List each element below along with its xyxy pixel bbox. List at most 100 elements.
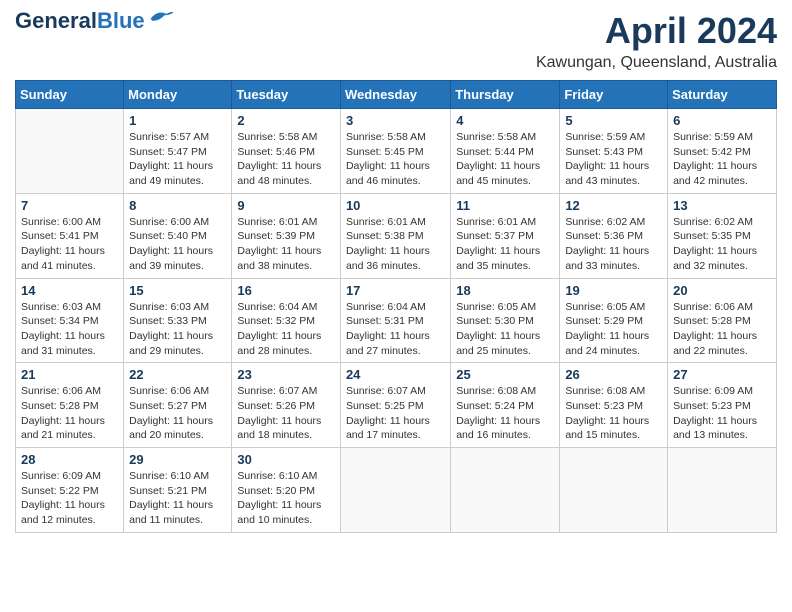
header: GeneralBlue April 2024 Kawungan, Queensl… bbox=[15, 10, 777, 72]
day-info: Sunrise: 6:10 AM Sunset: 5:21 PM Dayligh… bbox=[129, 469, 226, 528]
day-info: Sunrise: 6:01 AM Sunset: 5:37 PM Dayligh… bbox=[456, 215, 554, 274]
day-info: Sunrise: 5:57 AM Sunset: 5:47 PM Dayligh… bbox=[129, 130, 226, 189]
day-info: Sunrise: 6:04 AM Sunset: 5:31 PM Dayligh… bbox=[346, 300, 445, 359]
weekday-header: Thursday bbox=[451, 81, 560, 109]
day-info: Sunrise: 6:08 AM Sunset: 5:24 PM Dayligh… bbox=[456, 384, 554, 443]
day-info: Sunrise: 5:59 AM Sunset: 5:42 PM Dayligh… bbox=[673, 130, 771, 189]
day-number: 23 bbox=[237, 367, 335, 382]
day-info: Sunrise: 5:58 AM Sunset: 5:44 PM Dayligh… bbox=[456, 130, 554, 189]
day-number: 16 bbox=[237, 283, 335, 298]
day-info: Sunrise: 6:01 AM Sunset: 5:39 PM Dayligh… bbox=[237, 215, 335, 274]
calendar-cell: 24Sunrise: 6:07 AM Sunset: 5:25 PM Dayli… bbox=[340, 363, 450, 448]
calendar-cell: 3 Sunrise: 5:58 AM Sunset: 5:45 PM Daylig… bbox=[340, 109, 450, 194]
day-info: Sunrise: 6:03 AM Sunset: 5:34 PM Dayligh… bbox=[21, 300, 118, 359]
day-number: 17 bbox=[346, 283, 445, 298]
day-number: 13 bbox=[673, 198, 771, 213]
month-title: April 2024 bbox=[536, 10, 777, 52]
calendar-cell: 2 Sunrise: 5:58 AM Sunset: 5:46 PM Daylig… bbox=[232, 109, 341, 194]
calendar-week-row: 28Sunrise: 6:09 AM Sunset: 5:22 PM Dayli… bbox=[16, 448, 777, 533]
calendar-cell: 16 Sunrise: 6:04 AM Sunset: 5:32 PM Dayli… bbox=[232, 278, 341, 363]
day-info: Sunrise: 6:03 AM Sunset: 5:33 PM Dayligh… bbox=[129, 300, 226, 359]
weekday-header: Friday bbox=[560, 81, 668, 109]
calendar-cell: 27 Sunrise: 6:09 AM Sunset: 5:23 PM Dayli… bbox=[668, 363, 777, 448]
day-info: Sunrise: 6:00 AM Sunset: 5:40 PM Dayligh… bbox=[129, 215, 226, 274]
day-number: 8 bbox=[129, 198, 226, 213]
day-number: 15 bbox=[129, 283, 226, 298]
calendar-cell: 18 Sunrise: 6:05 AM Sunset: 5:30 PM Dayli… bbox=[451, 278, 560, 363]
day-number: 5 bbox=[565, 113, 662, 128]
calendar-cell bbox=[16, 109, 124, 194]
logo-bird-icon bbox=[147, 8, 175, 26]
day-number: 2 bbox=[237, 113, 335, 128]
weekday-header: Monday bbox=[124, 81, 232, 109]
calendar-cell: 6 Sunrise: 5:59 AM Sunset: 5:42 PM Daylig… bbox=[668, 109, 777, 194]
day-number: 3 bbox=[346, 113, 445, 128]
day-number: 27 bbox=[673, 367, 771, 382]
calendar-week-row: 1 Sunrise: 5:57 AM Sunset: 5:47 PM Daylig… bbox=[16, 109, 777, 194]
day-info: Sunrise: 6:04 AM Sunset: 5:32 PM Dayligh… bbox=[237, 300, 335, 359]
calendar-cell bbox=[340, 448, 450, 533]
weekday-header: Sunday bbox=[16, 81, 124, 109]
calendar-cell bbox=[668, 448, 777, 533]
calendar-cell: 23 Sunrise: 6:07 AM Sunset: 5:26 PM Dayli… bbox=[232, 363, 341, 448]
day-info: Sunrise: 6:02 AM Sunset: 5:35 PM Dayligh… bbox=[673, 215, 771, 274]
day-number: 11 bbox=[456, 198, 554, 213]
calendar-cell: 20 Sunrise: 6:06 AM Sunset: 5:28 PM Dayli… bbox=[668, 278, 777, 363]
calendar-cell: 5 Sunrise: 5:59 AM Sunset: 5:43 PM Daylig… bbox=[560, 109, 668, 194]
calendar-cell: 19Sunrise: 6:05 AM Sunset: 5:29 PM Dayli… bbox=[560, 278, 668, 363]
calendar-table: SundayMondayTuesdayWednesdayThursdayFrid… bbox=[15, 80, 777, 533]
calendar-cell: 13 Sunrise: 6:02 AM Sunset: 5:35 PM Dayli… bbox=[668, 193, 777, 278]
day-info: Sunrise: 6:06 AM Sunset: 5:27 PM Dayligh… bbox=[129, 384, 226, 443]
calendar-cell: 29 Sunrise: 6:10 AM Sunset: 5:21 PM Dayli… bbox=[124, 448, 232, 533]
day-number: 19 bbox=[565, 283, 662, 298]
day-number: 4 bbox=[456, 113, 554, 128]
calendar-cell: 22Sunrise: 6:06 AM Sunset: 5:27 PM Dayli… bbox=[124, 363, 232, 448]
calendar-cell bbox=[560, 448, 668, 533]
calendar-cell: 21 Sunrise: 6:06 AM Sunset: 5:28 PM Dayli… bbox=[16, 363, 124, 448]
day-info: Sunrise: 6:09 AM Sunset: 5:22 PM Dayligh… bbox=[21, 469, 118, 528]
day-info: Sunrise: 6:02 AM Sunset: 5:36 PM Dayligh… bbox=[565, 215, 662, 274]
calendar-week-row: 21 Sunrise: 6:06 AM Sunset: 5:28 PM Dayli… bbox=[16, 363, 777, 448]
day-number: 18 bbox=[456, 283, 554, 298]
day-number: 12 bbox=[565, 198, 662, 213]
location-title: Kawungan, Queensland, Australia bbox=[536, 54, 777, 72]
day-number: 1 bbox=[129, 113, 226, 128]
day-info: Sunrise: 6:07 AM Sunset: 5:26 PM Dayligh… bbox=[237, 384, 335, 443]
day-number: 20 bbox=[673, 283, 771, 298]
day-info: Sunrise: 5:59 AM Sunset: 5:43 PM Dayligh… bbox=[565, 130, 662, 189]
day-number: 10 bbox=[346, 198, 445, 213]
title-area: April 2024 Kawungan, Queensland, Austral… bbox=[536, 10, 777, 72]
day-info: Sunrise: 6:07 AM Sunset: 5:25 PM Dayligh… bbox=[346, 384, 445, 443]
calendar-cell: 7Sunrise: 6:00 AM Sunset: 5:41 PM Daylig… bbox=[16, 193, 124, 278]
day-info: Sunrise: 6:00 AM Sunset: 5:41 PM Dayligh… bbox=[21, 215, 118, 274]
calendar-cell: 8 Sunrise: 6:00 AM Sunset: 5:40 PM Daylig… bbox=[124, 193, 232, 278]
calendar-cell: 10Sunrise: 6:01 AM Sunset: 5:38 PM Dayli… bbox=[340, 193, 450, 278]
day-number: 26 bbox=[565, 367, 662, 382]
day-number: 29 bbox=[129, 452, 226, 467]
day-info: Sunrise: 6:06 AM Sunset: 5:28 PM Dayligh… bbox=[21, 384, 118, 443]
calendar-cell: 4 Sunrise: 5:58 AM Sunset: 5:44 PM Daylig… bbox=[451, 109, 560, 194]
day-info: Sunrise: 6:05 AM Sunset: 5:30 PM Dayligh… bbox=[456, 300, 554, 359]
day-number: 9 bbox=[237, 198, 335, 213]
day-info: Sunrise: 6:09 AM Sunset: 5:23 PM Dayligh… bbox=[673, 384, 771, 443]
calendar-week-row: 14 Sunrise: 6:03 AM Sunset: 5:34 PM Dayli… bbox=[16, 278, 777, 363]
day-number: 14 bbox=[21, 283, 118, 298]
day-info: Sunrise: 5:58 AM Sunset: 5:46 PM Dayligh… bbox=[237, 130, 335, 189]
day-number: 6 bbox=[673, 113, 771, 128]
logo-text: GeneralBlue bbox=[15, 10, 145, 32]
weekday-header: Saturday bbox=[668, 81, 777, 109]
calendar-cell: 9 Sunrise: 6:01 AM Sunset: 5:39 PM Daylig… bbox=[232, 193, 341, 278]
logo: GeneralBlue bbox=[15, 10, 175, 32]
day-info: Sunrise: 6:10 AM Sunset: 5:20 PM Dayligh… bbox=[237, 469, 335, 528]
weekday-header-row: SundayMondayTuesdayWednesdayThursdayFrid… bbox=[16, 81, 777, 109]
calendar-cell: 15 Sunrise: 6:03 AM Sunset: 5:33 PM Dayli… bbox=[124, 278, 232, 363]
day-number: 25 bbox=[456, 367, 554, 382]
day-number: 21 bbox=[21, 367, 118, 382]
day-number: 30 bbox=[237, 452, 335, 467]
day-info: Sunrise: 6:06 AM Sunset: 5:28 PM Dayligh… bbox=[673, 300, 771, 359]
calendar-cell bbox=[451, 448, 560, 533]
day-info: Sunrise: 5:58 AM Sunset: 5:45 PM Dayligh… bbox=[346, 130, 445, 189]
calendar-cell: 30 Sunrise: 6:10 AM Sunset: 5:20 PM Dayli… bbox=[232, 448, 341, 533]
calendar-cell: 12 Sunrise: 6:02 AM Sunset: 5:36 PM Dayli… bbox=[560, 193, 668, 278]
calendar-cell: 25 Sunrise: 6:08 AM Sunset: 5:24 PM Dayli… bbox=[451, 363, 560, 448]
